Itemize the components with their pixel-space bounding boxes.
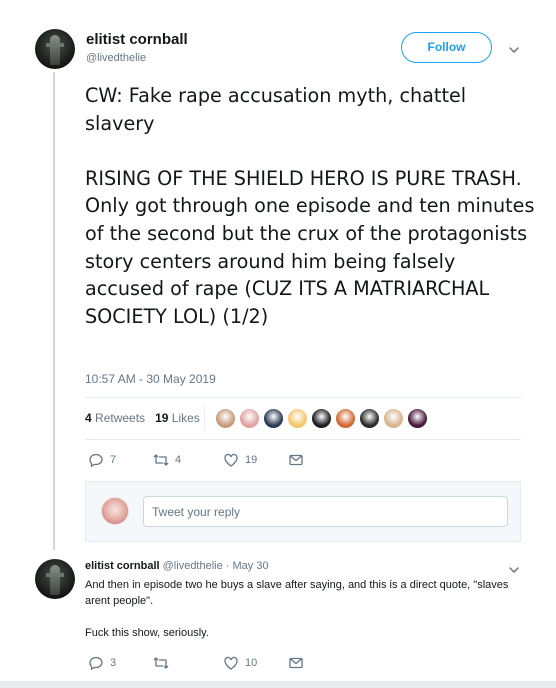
likes-stat[interactable]: 19 Likes (155, 411, 200, 425)
message-action[interactable] (288, 655, 304, 671)
reply-date[interactable]: · May 30 (226, 560, 269, 572)
stats-separator (204, 406, 205, 430)
reply-action[interactable]: 3 (88, 655, 153, 671)
liker-2-avatar[interactable] (239, 408, 260, 429)
current-user-avatar (101, 497, 129, 525)
retweet-icon (153, 454, 169, 466)
likes-label: Likes (171, 411, 200, 425)
like-action[interactable]: 10 (223, 655, 288, 671)
liker-6-avatar[interactable] (335, 408, 356, 429)
reply-header: elitist cornball @livedthelie · May 30 (85, 560, 269, 572)
reply-author-handle[interactable]: @livedthelie (163, 560, 223, 572)
reply-count: 7 (110, 454, 117, 466)
author-handle[interactable]: @livedthelie (86, 52, 146, 64)
liker-3-avatar[interactable] (263, 408, 284, 429)
tweet-stats: 4 Retweets 19 Likes (85, 411, 200, 425)
liker-1-avatar[interactable] (215, 408, 236, 429)
reply-author-name[interactable]: elitist cornball (85, 560, 160, 572)
reply-composer: Tweet your reply (85, 481, 521, 542)
reply-author-avatar[interactable] (35, 559, 75, 599)
reply-input[interactable]: Tweet your reply (143, 496, 508, 527)
tweet-actions: 7 4 19 (88, 452, 304, 468)
message-action[interactable] (288, 452, 304, 468)
retweet-action[interactable]: 4 (153, 452, 223, 468)
retweets-stat[interactable]: 4 Retweets (85, 411, 145, 425)
liker-8-avatar[interactable] (383, 408, 404, 429)
caret-down-icon[interactable] (508, 43, 520, 55)
divider (85, 439, 521, 440)
like-count: 10 (245, 657, 258, 669)
like-icon (224, 453, 238, 467)
likes-count: 19 (155, 411, 169, 425)
retweets-label: Retweets (95, 411, 146, 425)
like-action[interactable]: 19 (223, 452, 288, 468)
divider (85, 397, 521, 398)
reply-icon (89, 453, 103, 468)
retweets-count: 4 (85, 411, 92, 425)
reply-text: And then in episode two he buys a slave … (85, 579, 509, 639)
caret-down-icon[interactable] (508, 563, 520, 575)
thread-connector-line (53, 72, 55, 550)
reply-icon (89, 656, 103, 671)
liker-7-avatar[interactable] (359, 408, 380, 429)
liker-avatars (215, 408, 428, 429)
retweet-action[interactable] (153, 655, 223, 671)
retweet-icon (153, 657, 169, 669)
retweet-count: 4 (175, 454, 182, 466)
author-name[interactable]: elitist cornball (86, 31, 188, 48)
author-avatar[interactable] (35, 29, 75, 69)
follow-button[interactable]: Follow (401, 32, 492, 63)
liker-5-avatar[interactable] (311, 408, 332, 429)
liker-9-avatar[interactable] (407, 408, 428, 429)
like-icon (224, 656, 238, 670)
message-icon (289, 657, 303, 669)
liker-4-avatar[interactable] (287, 408, 308, 429)
message-icon (289, 454, 303, 466)
tweet-text: CW: Fake rape accusation myth, chattel s… (85, 84, 535, 328)
like-count: 19 (245, 454, 258, 466)
bottom-divider (0, 681, 556, 688)
reply-count: 3 (110, 657, 117, 669)
reply-actions: 3 10 (88, 655, 304, 671)
tweet-timestamp[interactable]: 10:57 AM - 30 May 2019 (85, 372, 216, 386)
reply-action[interactable]: 7 (88, 452, 153, 468)
